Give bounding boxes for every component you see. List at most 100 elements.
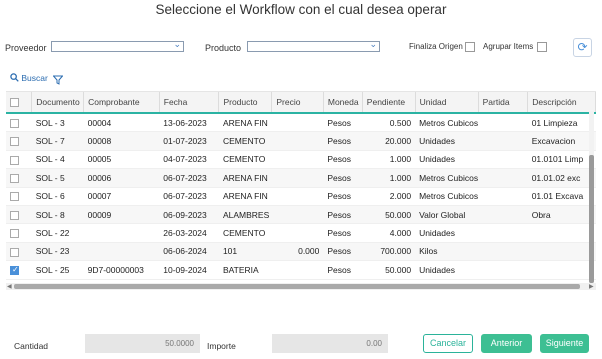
cell-partida	[478, 205, 528, 225]
cell-documento: SOL - 4	[31, 150, 84, 170]
table-row[interactable]: SOL - 22 26-03-2024 CEMENTO Pesos 4.000 Unida…	[6, 223, 596, 243]
dialog-title: Seleccione el Workflow con el cual desea…	[155, 2, 447, 17]
row-checkbox[interactable]	[10, 192, 19, 202]
row-select-cell[interactable]	[6, 187, 32, 206]
table-row[interactable]: SOL - 6 00007 06-07-2023 ARENA FIN Pesos 2.00…	[6, 187, 596, 206]
row-select-cell[interactable]	[6, 242, 32, 262]
row-checkbox[interactable]	[10, 118, 19, 128]
cell-moneda: Pesos	[323, 131, 363, 151]
table-row[interactable]: SOL - 8 00009 06-09-2023 ALAMBRES Pesos 50.00…	[6, 205, 596, 225]
row-select-cell[interactable]	[6, 260, 32, 280]
proveedor-label: Proveedor	[5, 43, 47, 53]
row-select-cell[interactable]	[6, 168, 32, 188]
cell-partida	[478, 223, 528, 243]
cell-precio	[271, 187, 324, 206]
cell-pendiente: 50.000	[362, 205, 416, 225]
scroll-right-icon[interactable]: ▶	[589, 283, 594, 290]
cell-producto: ARENA FIN	[218, 168, 272, 188]
cell-documento: SOL - 5	[31, 168, 84, 188]
finaliza-origen-checkbox[interactable]	[465, 42, 475, 52]
table-row[interactable]: SOL - 5 00006 06-07-2023 ARENA FIN Pesos 1.00…	[6, 168, 596, 188]
column-header[interactable]: Descripción	[527, 92, 596, 114]
table-row[interactable]: SOL - 259D7-0000000310-09-2024BATERIA Pes…	[6, 260, 596, 280]
column-header[interactable]: Unidad	[415, 92, 479, 114]
cell-fecha: 13-06-2023	[159, 113, 219, 133]
row-checkbox[interactable]	[10, 229, 19, 239]
row-checkbox[interactable]	[10, 173, 19, 183]
cell-producto: ALAMBRES	[218, 205, 272, 225]
row-checkbox[interactable]	[10, 137, 19, 147]
cell-partida	[478, 242, 528, 262]
column-header[interactable]: Fecha	[159, 92, 220, 114]
cell-producto: BATERIA	[218, 260, 272, 280]
cell-producto: ARENA FIN	[218, 187, 272, 206]
cell-comprobante: 00009	[83, 205, 160, 225]
cell-moneda: Pesos	[323, 150, 363, 170]
column-header[interactable]: Comprobante	[83, 92, 160, 114]
agrupar-items-checkbox[interactable]	[537, 42, 547, 52]
table-row[interactable]: SOL - 4 00005 04-07-2023 CEMENTO Pesos 1.000 U…	[6, 150, 596, 170]
previous-button[interactable]: Anterior	[481, 334, 532, 353]
cell-moneda: Pesos	[323, 260, 363, 280]
column-header[interactable]: Partida	[478, 92, 529, 114]
filter-button[interactable]	[52, 72, 64, 90]
cell-comprobante: 00005	[83, 150, 160, 170]
select-all-header[interactable]	[6, 92, 33, 114]
refresh-button[interactable]: ⟳	[573, 38, 592, 57]
row-select-cell[interactable]	[6, 113, 32, 133]
cell-descripcion: 01 Limpieza	[527, 113, 596, 133]
table-row[interactable]: SOL - 23 06-06-2024 101 0.000 Pesos 700.000 Ki…	[6, 242, 596, 262]
cell-comprobante	[83, 242, 160, 262]
column-header[interactable]: Moneda	[323, 92, 363, 114]
cell-descripcion: 01.01 Excava	[527, 187, 596, 206]
cell-comprobante: 00008	[83, 131, 160, 151]
cell-partida	[478, 113, 528, 133]
cell-pendiente: 0.500	[362, 113, 416, 133]
cell-descripcion: 01.01.02 exc	[527, 168, 596, 188]
row-select-cell[interactable]	[6, 223, 32, 243]
cell-moneda: Pesos	[323, 242, 363, 262]
row-checkbox[interactable]	[10, 247, 19, 257]
producto-select[interactable]: ⌄	[247, 39, 380, 52]
cell-unidad: Metros Cubicos	[415, 113, 479, 133]
workflow-table: Documento Comprobante Fecha Producto Pre…	[6, 92, 596, 280]
importe-label: Importe	[207, 341, 236, 351]
cell-fecha: 06-07-2023	[159, 168, 219, 188]
next-button[interactable]: Siguiente	[540, 334, 589, 353]
cell-pendiente: 1.000	[362, 168, 416, 188]
cell-precio	[271, 223, 324, 243]
column-header[interactable]: Pendiente	[362, 92, 416, 114]
row-select-cell[interactable]	[6, 150, 32, 170]
select-all-checkbox[interactable]	[10, 98, 19, 108]
cantidad-field: 50.0000	[85, 334, 200, 353]
cell-unidad: Unidades	[415, 150, 479, 170]
proveedor-select[interactable]: ⌄	[51, 39, 184, 52]
cell-partida	[478, 260, 528, 280]
cancel-button[interactable]: Cancelar	[423, 334, 473, 353]
column-header[interactable]: Precio	[271, 92, 324, 114]
row-select-cell[interactable]	[6, 131, 32, 151]
cell-pendiente: 2.000	[362, 187, 416, 206]
workflow-grid: Documento Comprobante Fecha Producto Pre…	[6, 91, 596, 295]
row-select-cell[interactable]	[6, 205, 32, 225]
cell-unidad: Unidades	[415, 223, 479, 243]
row-checkbox[interactable]	[10, 155, 19, 165]
cell-pendiente: 4.000	[362, 223, 416, 243]
table-row[interactable]: SOL - 3 00004 13-06-2023 ARENA FIN Pesos 0.50…	[6, 113, 596, 133]
finaliza-origen-label: Finaliza Origen	[409, 42, 463, 51]
vertical-scrollbar-thumb[interactable]	[589, 155, 594, 283]
row-checkbox[interactable]	[10, 210, 19, 220]
cell-unidad: Unidades	[415, 260, 479, 280]
agrupar-items-label: Agrupar Items	[483, 42, 534, 51]
horizontal-scrollbar-thumb[interactable]	[14, 284, 580, 289]
search-button[interactable]: Buscar	[10, 73, 48, 83]
chevron-down-icon: ⌄	[173, 39, 181, 49]
column-header[interactable]: Documento	[31, 92, 85, 114]
producto-label: Producto	[205, 43, 242, 53]
cell-moneda: Pesos	[323, 187, 363, 206]
chevron-down-icon: ⌄	[369, 39, 377, 49]
row-checkbox[interactable]	[10, 265, 19, 275]
column-header[interactable]: Producto	[218, 92, 273, 114]
scroll-left-icon[interactable]: ◀	[7, 283, 12, 290]
table-row[interactable]: SOL - 7 00008 01-07-2023 CEMENTO Pesos 20.000…	[6, 131, 596, 151]
